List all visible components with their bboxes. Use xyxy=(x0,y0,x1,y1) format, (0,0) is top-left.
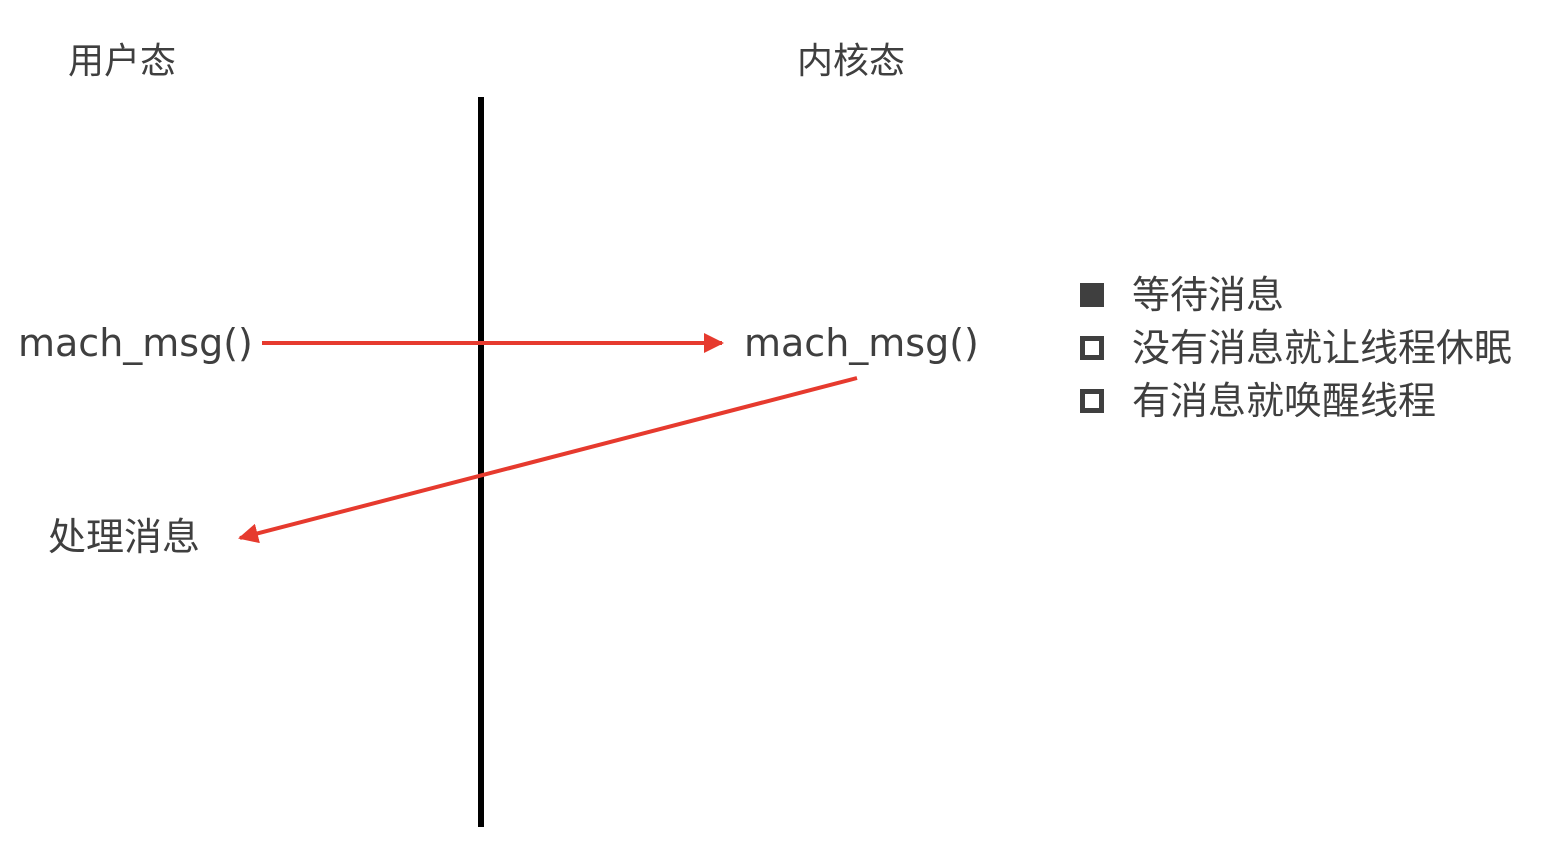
kernel-action-item: 等待消息 xyxy=(1080,268,1512,321)
kernel-action-list: 等待消息 没有消息就让线程休眠 有消息就唤醒线程 xyxy=(1080,268,1512,427)
kernel-action-item: 有消息就唤醒线程 xyxy=(1080,374,1512,427)
return-arrow xyxy=(238,376,858,544)
kernel-action-text: 有消息就唤醒线程 xyxy=(1132,378,1437,423)
hollow-square-bullet-icon xyxy=(1080,335,1104,360)
kernel-action-text: 没有消息就让线程休眠 xyxy=(1132,325,1513,370)
hollow-square-bullet-icon xyxy=(1080,388,1104,413)
kernel-action-item: 没有消息就让线程休眠 xyxy=(1080,321,1512,374)
kernel-action-text: 等待消息 xyxy=(1132,272,1285,317)
filled-square-bullet-icon xyxy=(1080,282,1104,307)
